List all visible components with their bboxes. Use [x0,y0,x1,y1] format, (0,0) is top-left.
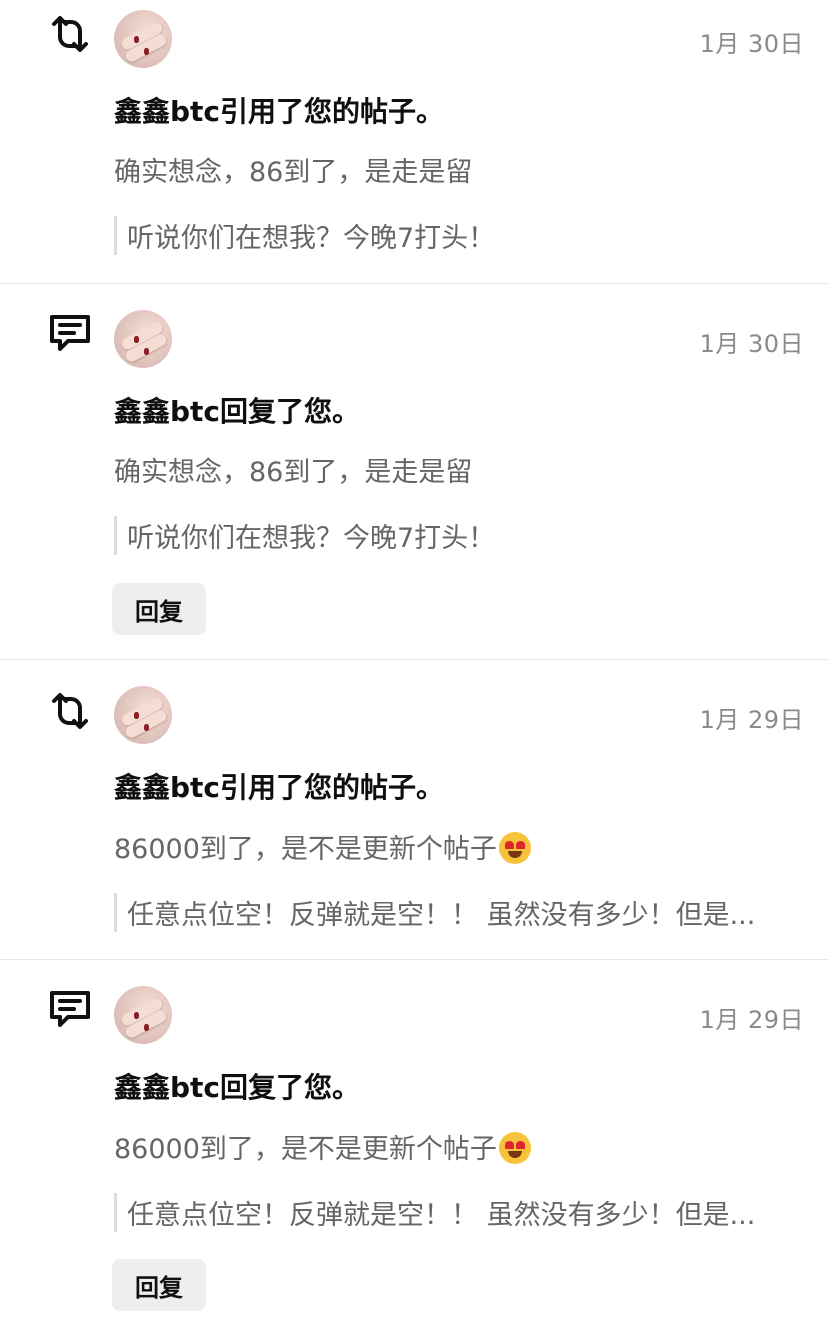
quoted-post[interactable]: 听说你们在想我？今晚7打头！ [114,216,804,255]
notification-item[interactable]: 1月 29日 鑫鑫btc回复了您。 86000到了，是不是更新个帖子 任意点位空… [0,961,828,1322]
reply-button[interactable]: 回复 [112,1259,206,1311]
notification-date: 1月 29日 [699,706,804,734]
repost-icon [44,8,96,60]
quoted-post[interactable]: 任意点位空！反弹就是空！！ 虽然没有多少！但是... [114,893,804,932]
quoted-post[interactable]: 任意点位空！反弹就是空！！ 虽然没有多少！但是... [114,1193,804,1232]
notification-item[interactable]: 1月 30日 鑫鑫btc回复了您。 确实想念，86到了，是走是留 听说你们在想我… [0,285,828,660]
notification-date: 1月 30日 [699,30,804,58]
notification-body-text: 86000到了，是不是更新个帖子 [114,1134,497,1165]
notification-title: 鑫鑫btc回复了您。 [114,395,361,428]
avatar[interactable] [114,686,172,744]
notification-body: 确实想念，86到了，是走是留 [114,157,473,188]
heart-eyes-emoji [498,832,531,864]
notification-date: 1月 29日 [699,1006,804,1034]
quoted-post[interactable]: 听说你们在想我？今晚7打头！ [114,516,804,555]
notification-body: 确实想念，86到了，是走是留 [114,457,473,488]
notification-title: 鑫鑫btc回复了您。 [114,1071,361,1104]
notification-title: 鑫鑫btc引用了您的帖子。 [114,771,445,804]
notification-item[interactable]: 1月 29日 鑫鑫btc引用了您的帖子。 86000到了，是不是更新个帖子 任意… [0,661,828,960]
avatar[interactable] [114,10,172,68]
repost-icon [44,685,96,737]
comment-icon [44,983,96,1035]
notification-feed: 1月 30日 鑫鑫btc引用了您的帖子。 确实想念，86到了，是走是留 听说你们… [0,0,828,1322]
notification-body: 86000到了，是不是更新个帖子 [114,827,531,866]
avatar[interactable] [114,310,172,368]
notification-body: 86000到了，是不是更新个帖子 [114,1127,531,1166]
notification-date: 1月 30日 [699,330,804,358]
reply-button[interactable]: 回复 [112,583,206,635]
heart-eyes-emoji [498,1132,531,1164]
notification-item[interactable]: 1月 30日 鑫鑫btc引用了您的帖子。 确实想念，86到了，是走是留 听说你们… [0,0,828,284]
notification-body-text: 86000到了，是不是更新个帖子 [114,834,497,865]
comment-icon [44,307,96,359]
notification-title: 鑫鑫btc引用了您的帖子。 [114,95,445,128]
avatar[interactable] [114,986,172,1044]
